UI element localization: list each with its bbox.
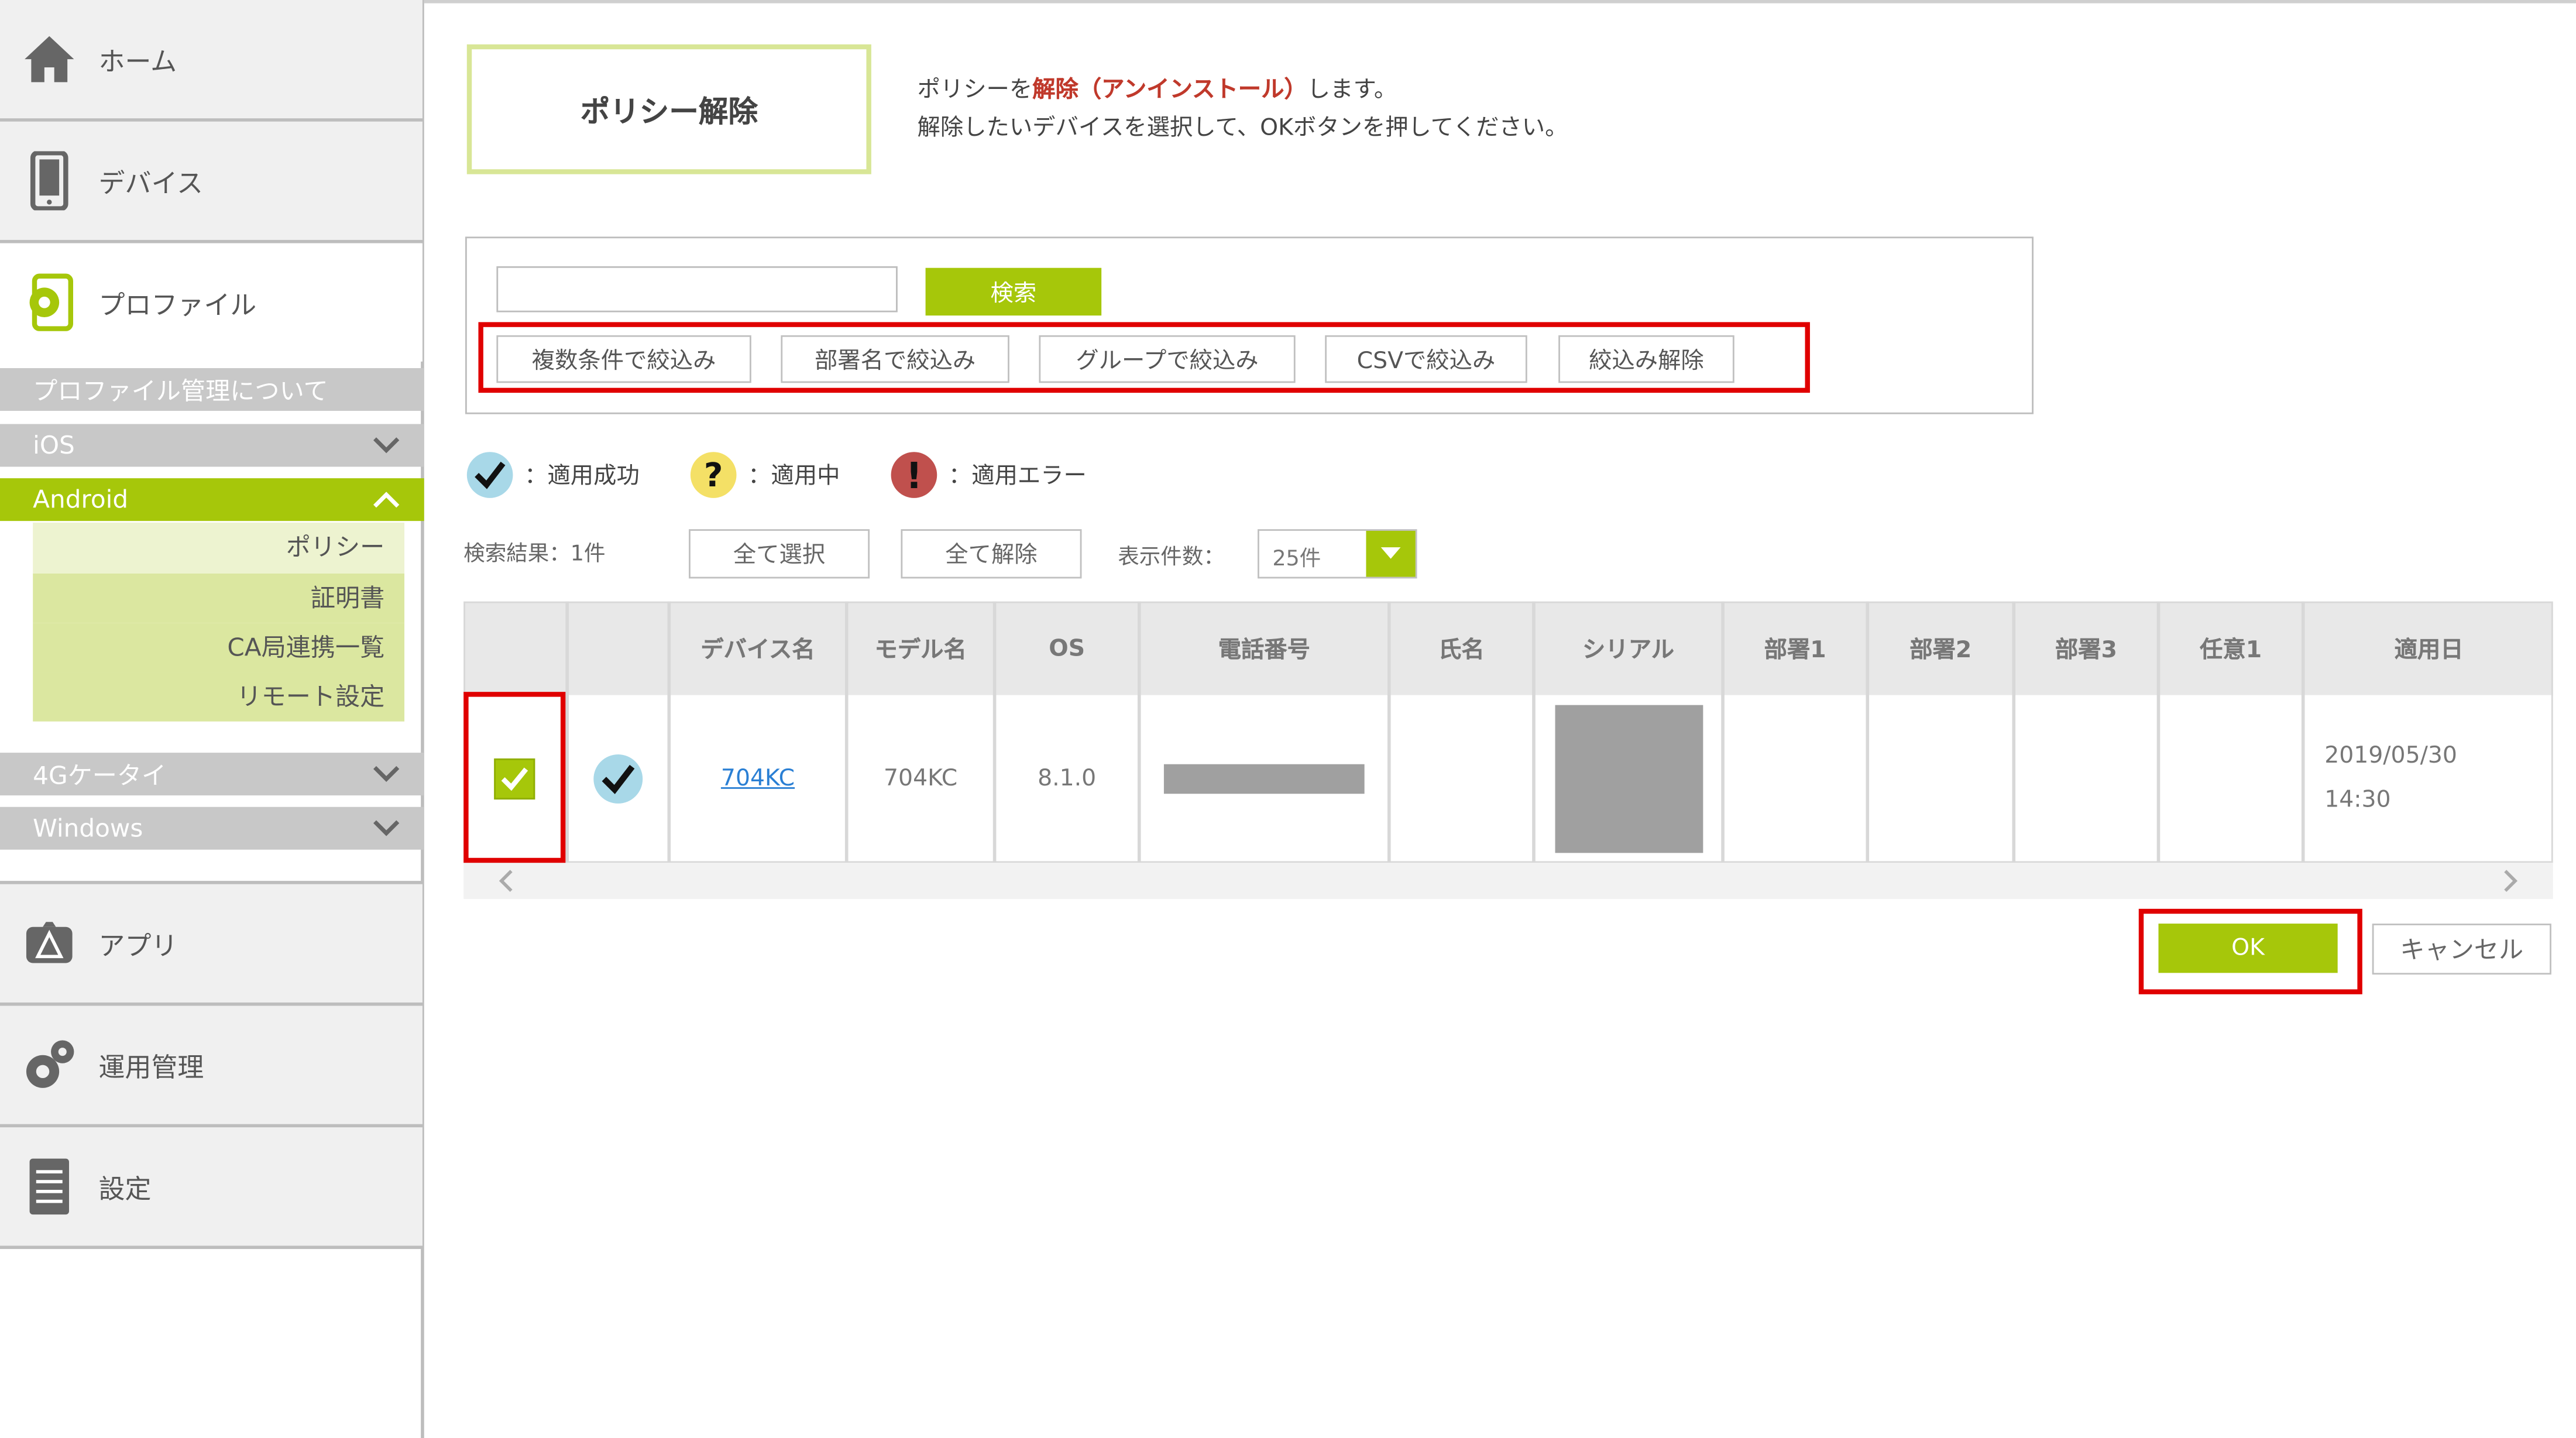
legend-pending: ? ：適用中 — [689, 449, 840, 502]
profile-gear-icon — [0, 273, 99, 332]
page-description: ポリシーを解除（アンインストール）します。 解除したいデバイスを選択して、OKボ… — [918, 73, 1568, 148]
smartphone-icon — [0, 151, 99, 211]
chevron-down-icon — [372, 759, 401, 795]
per-page-select[interactable]: 25件 — [1258, 529, 1417, 579]
legend-error: ! ：適用エラー — [889, 449, 1087, 502]
sidebar-android-ca[interactable]: CA局連携一覧 — [33, 623, 405, 672]
deselect-all-button[interactable]: 全て解除 — [901, 529, 1082, 579]
legend-error-label: ：適用エラー — [948, 463, 1087, 490]
description-text: します。 — [1307, 77, 1397, 104]
nav-home-label: ホーム — [98, 46, 177, 77]
search-result-count: 検索結果：1件 — [463, 542, 606, 567]
legend-pending-label: ：適用中 — [748, 463, 840, 490]
legend-success-label: ：適用成功 — [524, 463, 640, 490]
nav-operation[interactable]: 運用管理 — [0, 1005, 423, 1128]
description-highlight: 解除（アンインストール） — [1032, 77, 1307, 104]
sidebar-4g-keitai[interactable]: 4Gケータイ — [0, 753, 424, 796]
sidebar-ios-label: iOS — [33, 430, 75, 461]
nav-profile-label: プロファイル — [98, 289, 257, 321]
legend-success: ：適用成功 — [465, 449, 640, 502]
nav-device[interactable]: デバイス — [0, 121, 423, 243]
sidebar-android-label: Android — [33, 485, 129, 514]
sidebar-android[interactable]: Android — [0, 478, 424, 521]
chevron-up-icon — [372, 485, 401, 521]
sidebar-ios[interactable]: iOS — [0, 424, 424, 467]
error-circle-icon: ! — [891, 452, 937, 498]
nav-home[interactable]: ホーム — [0, 0, 423, 122]
scroll-right-icon[interactable] — [2501, 868, 2520, 901]
app-icon — [0, 917, 99, 970]
svg-text:?: ? — [704, 457, 723, 495]
search-input[interactable] — [496, 266, 898, 313]
nav-profile[interactable]: プロファイル — [0, 243, 423, 362]
highlight-checkbox — [463, 692, 566, 863]
dropdown-arrow-icon — [1366, 530, 1416, 577]
nav-settings[interactable]: 設定 — [0, 1127, 423, 1250]
highlight-ok-button — [2138, 908, 2362, 994]
sidebar-windows[interactable]: Windows — [0, 806, 424, 850]
sidebar-windows-label: Windows — [33, 813, 143, 843]
description-line-1: ポリシーを解除（アンインストール）します。 — [918, 73, 1568, 111]
table-border — [463, 601, 2553, 863]
search-button[interactable]: 検索 — [925, 267, 1102, 316]
question-circle-icon: ? — [690, 452, 737, 498]
nav-operation-label: 運用管理 — [98, 1052, 204, 1083]
sidebar-profile-about-label: プロファイル管理について — [33, 375, 328, 406]
document-icon — [0, 1157, 99, 1216]
sidebar-android-remote[interactable]: リモート設定 — [33, 672, 405, 722]
nav-app[interactable]: アプリ — [0, 881, 423, 1006]
page-title: ポリシー解除 — [466, 44, 871, 174]
nav-device-label: デバイス — [98, 167, 204, 199]
chevron-down-icon — [372, 814, 401, 850]
per-page-value: 25件 — [1272, 547, 1321, 572]
horizontal-scrollbar[interactable] — [463, 863, 2553, 899]
select-all-button[interactable]: 全て選択 — [689, 529, 870, 579]
sidebar: ホーム デバイス プロファイル プロファイル管理について iOS Android — [0, 0, 424, 1438]
nav-app-label: アプリ — [98, 930, 178, 962]
check-circle-icon — [466, 452, 513, 498]
home-icon — [0, 33, 99, 85]
top-border — [424, 0, 2576, 4]
description-line-2: 解除したいデバイスを選択して、OKボタンを押してください。 — [917, 115, 1568, 142]
description-text: ポリシーを — [917, 77, 1033, 104]
highlight-filter-buttons — [478, 322, 1810, 393]
sidebar-profile-about[interactable]: プロファイル管理について — [0, 368, 424, 411]
cancel-button[interactable]: キャンセル — [2372, 924, 2551, 975]
gears-icon — [0, 1035, 99, 1094]
per-page-label: 表示件数： — [1118, 545, 1225, 571]
sidebar-android-policy[interactable]: ポリシー — [33, 522, 405, 574]
sidebar-android-certificate[interactable]: 証明書 — [33, 573, 405, 623]
scroll-left-icon[interactable] — [496, 868, 516, 901]
chevron-down-icon — [372, 431, 401, 467]
svg-text:!: ! — [906, 455, 922, 497]
nav-settings-label: 設定 — [98, 1173, 152, 1205]
sidebar-4g-keitai-label: 4Gケータイ — [33, 760, 167, 790]
